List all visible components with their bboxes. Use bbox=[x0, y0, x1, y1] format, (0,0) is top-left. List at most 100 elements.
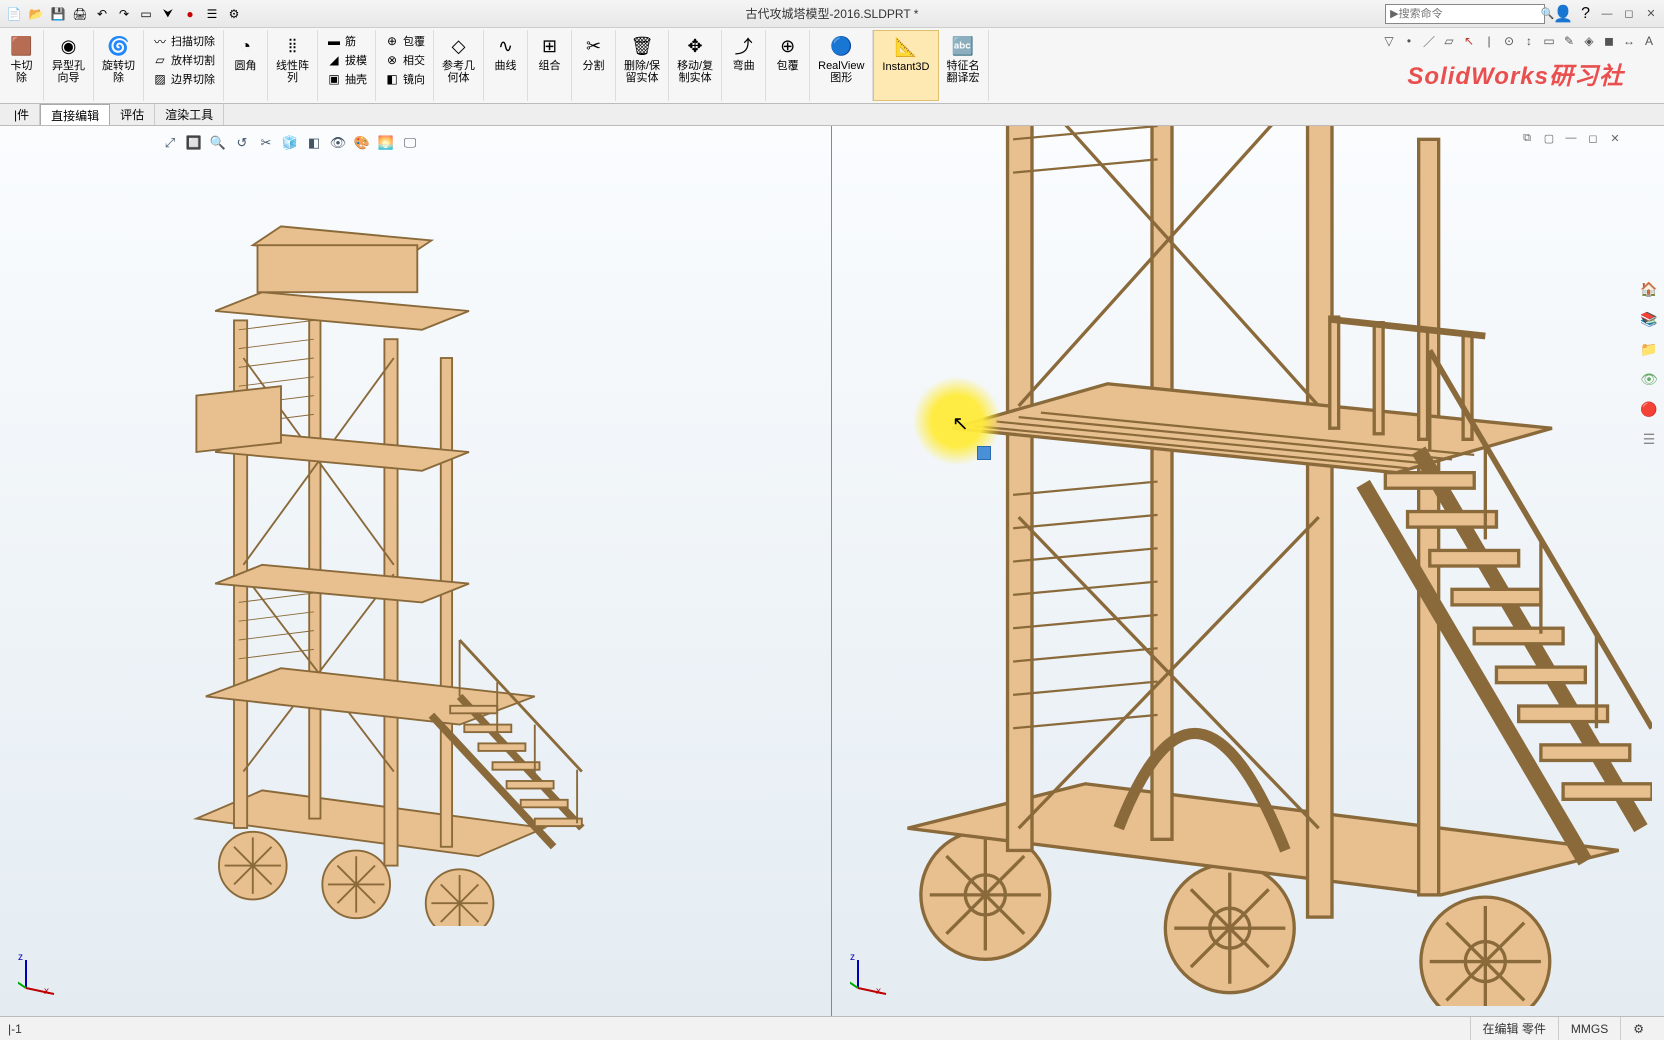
ribbon-btn-sweep-cut[interactable]: 〰扫描切除 bbox=[150, 32, 217, 50]
filter-plane-icon[interactable]: ▭ bbox=[1540, 32, 1558, 50]
filter-surface-icon[interactable]: ◈ bbox=[1580, 32, 1598, 50]
ribbon-btn-curve[interactable]: ∿曲线 bbox=[492, 32, 520, 74]
user-icon[interactable]: 👤 bbox=[1553, 4, 1573, 24]
linear-pattern-icon: ⦙⦙ bbox=[281, 34, 305, 58]
search-command-box[interactable]: ▶ 🔍 bbox=[1385, 4, 1545, 24]
help-icon[interactable]: ? bbox=[1581, 5, 1590, 23]
zoom-fit-icon[interactable]: ⤢ bbox=[160, 133, 180, 153]
viewport-right[interactable]: ↖ z x ⧉ ▢ — ◻ ✕ 🏠 📚 📁 👁 🔴 ☰ bbox=[832, 126, 1664, 1016]
ribbon-group-multi: ⊕包覆⊗相交◧镜向 bbox=[376, 30, 434, 101]
cursor-arrow-icon: ↖ bbox=[952, 411, 969, 436]
taskpane-property-icon[interactable]: ☰ bbox=[1636, 426, 1662, 452]
ribbon-btn-instant3d[interactable]: 📐Instant3D bbox=[880, 33, 931, 75]
ribbon-btn-rib[interactable]: ▬筋 bbox=[324, 32, 369, 50]
ribbon-btn-wrap[interactable]: ⊕包覆 bbox=[382, 32, 427, 50]
close-button[interactable]: ✕ bbox=[1642, 6, 1660, 22]
ribbon-small-label: 扫描切除 bbox=[171, 33, 215, 49]
filter-sketch-icon[interactable]: ✎ bbox=[1560, 32, 1578, 50]
ribbon-btn-fillet[interactable]: ◔圆角 bbox=[232, 32, 260, 74]
hide-show-icon[interactable]: 👁 bbox=[328, 133, 348, 153]
options-icon[interactable]: ☰ bbox=[202, 4, 222, 24]
vp-minimize-icon[interactable]: — bbox=[1562, 130, 1580, 146]
filter-edge-icon[interactable]: ／ bbox=[1420, 32, 1438, 50]
vp-maximize-icon[interactable]: ◻ bbox=[1584, 130, 1602, 146]
filter-face-icon[interactable]: ▱ bbox=[1440, 32, 1458, 50]
save-icon[interactable]: 💾 bbox=[48, 4, 68, 24]
vp-link-icon[interactable]: ⧉ bbox=[1518, 130, 1536, 146]
tab-渲染工具[interactable]: 渲染工具 bbox=[155, 104, 224, 125]
ribbon-label: 卡切 除 bbox=[11, 60, 33, 84]
ribbon-btn-ref-geom[interactable]: ◇参考几 何体 bbox=[440, 32, 477, 86]
apply-scene-icon[interactable]: 🌅 bbox=[376, 133, 396, 153]
ribbon-label: 移动/复 制实体 bbox=[677, 60, 713, 84]
select-dropdown-icon[interactable]: ⮟ bbox=[158, 4, 178, 24]
filter-point-icon[interactable]: ⊙ bbox=[1500, 32, 1518, 50]
ribbon-btn-cube-cut[interactable]: 🟫卡切 除 bbox=[8, 32, 36, 86]
ribbon-btn-realview[interactable]: 🔵RealView 图形 bbox=[816, 32, 866, 86]
open-icon[interactable]: 📂 bbox=[26, 4, 46, 24]
ribbon-btn-revolve-cut[interactable]: 🌀旋转切 除 bbox=[100, 32, 137, 86]
ribbon-btn-delete-body[interactable]: 🗑删除/保 留实体 bbox=[622, 32, 662, 86]
status-units[interactable]: MMGS bbox=[1558, 1017, 1620, 1040]
ribbon-btn-shell[interactable]: ▣抽壳 bbox=[324, 70, 369, 88]
axis-x-label: x bbox=[876, 986, 881, 997]
taskpane-library-icon[interactable]: 📚 bbox=[1636, 306, 1662, 332]
view-settings-icon[interactable]: 🖵 bbox=[400, 133, 420, 153]
filter-dim-icon[interactable]: ↔ bbox=[1620, 32, 1638, 50]
status-customize-icon[interactable]: ⚙ bbox=[1620, 1017, 1656, 1040]
filter-vertex-icon[interactable]: • bbox=[1400, 32, 1418, 50]
settings-icon[interactable]: ⚙ bbox=[224, 4, 244, 24]
filter-funnel-icon[interactable]: ▽ bbox=[1380, 32, 1398, 50]
ribbon-btn-translate[interactable]: 🔤特征名 翻译宏 bbox=[945, 32, 982, 86]
undo-icon[interactable]: ↶ bbox=[92, 4, 112, 24]
zoom-area-icon[interactable]: 🔲 bbox=[184, 133, 204, 153]
taskpane-appearance-icon[interactable]: 🔴 bbox=[1636, 396, 1662, 422]
redo-icon[interactable]: ↷ bbox=[114, 4, 134, 24]
taskpane-home-icon[interactable]: 🏠 bbox=[1636, 276, 1662, 302]
search-input[interactable] bbox=[1399, 8, 1541, 20]
print-icon[interactable]: 🖨 bbox=[70, 4, 90, 24]
tab-评估[interactable]: 评估 bbox=[110, 104, 155, 125]
previous-view-icon[interactable]: ↺ bbox=[232, 133, 252, 153]
taskpane-explorer-icon[interactable]: 📁 bbox=[1636, 336, 1662, 362]
new-icon[interactable]: 📄 bbox=[4, 4, 24, 24]
filter-note-icon[interactable]: A bbox=[1640, 32, 1658, 50]
ribbon-btn-wrap2[interactable]: ⊕包覆 bbox=[774, 32, 802, 74]
tab-|件[interactable]: |件 bbox=[4, 104, 40, 125]
ribbon-group-fillet: ◔圆角 bbox=[224, 30, 268, 101]
search-run-icon[interactable]: ▶ bbox=[1390, 7, 1398, 20]
ribbon-btn-linear-pattern[interactable]: ⦙⦙线性阵 列 bbox=[274, 32, 311, 86]
zoom-icon[interactable]: 🔍 bbox=[208, 133, 228, 153]
split-icon: ✂ bbox=[582, 34, 606, 58]
select-icon[interactable]: ▭ bbox=[136, 4, 156, 24]
ribbon-btn-combine[interactable]: ⊞组合 bbox=[536, 32, 564, 74]
instant3d-icon: 📐 bbox=[894, 35, 918, 59]
maximize-button[interactable]: ◻ bbox=[1620, 6, 1638, 22]
minimize-button[interactable]: — bbox=[1598, 6, 1616, 22]
revolve-cut-icon: 🌀 bbox=[107, 34, 131, 58]
taskpane-view-icon[interactable]: 👁 bbox=[1636, 366, 1662, 392]
ribbon-btn-split[interactable]: ✂分割 bbox=[580, 32, 608, 74]
filter-solid-icon[interactable]: ◼ bbox=[1600, 32, 1618, 50]
ribbon-label: 弯曲 bbox=[733, 60, 755, 72]
viewport-left[interactable]: ⤢ 🔲 🔍 ↺ ✂ 🧊 ◧ 👁 🎨 🌅 🖵 bbox=[0, 126, 832, 1016]
filter-axis-icon[interactable]: ↕ bbox=[1520, 32, 1538, 50]
ribbon-small-label: 抽壳 bbox=[345, 71, 367, 87]
ribbon-btn-mirror[interactable]: ◧镜向 bbox=[382, 70, 427, 88]
view-orientation-icon[interactable]: 🧊 bbox=[280, 133, 300, 153]
ribbon-btn-boundary-cut[interactable]: ▨边界切除 bbox=[150, 70, 217, 88]
vp-single-icon[interactable]: ▢ bbox=[1540, 130, 1558, 146]
ribbon-btn-flex[interactable]: ⤴弯曲 bbox=[730, 32, 758, 74]
ribbon-btn-hole[interactable]: ◉异型孔 向导 bbox=[50, 32, 87, 86]
filter-cursor-icon[interactable]: ↖ bbox=[1460, 32, 1478, 50]
ribbon-btn-draft[interactable]: ◢拔模 bbox=[324, 51, 369, 69]
ribbon-btn-loft-cut[interactable]: ▱放样切割 bbox=[150, 51, 217, 69]
vp-close-icon[interactable]: ✕ bbox=[1606, 130, 1624, 146]
section-view-icon[interactable]: ✂ bbox=[256, 133, 276, 153]
edit-appearance-icon[interactable]: 🎨 bbox=[352, 133, 372, 153]
ribbon-btn-move-body[interactable]: ✥移动/复 制实体 bbox=[675, 32, 715, 86]
display-style-icon[interactable]: ◧ bbox=[304, 133, 324, 153]
tab-直接编辑[interactable]: 直接编辑 bbox=[40, 104, 110, 125]
rebuild-icon[interactable]: ● bbox=[180, 4, 200, 24]
ribbon-btn-intersect[interactable]: ⊗相交 bbox=[382, 51, 427, 69]
